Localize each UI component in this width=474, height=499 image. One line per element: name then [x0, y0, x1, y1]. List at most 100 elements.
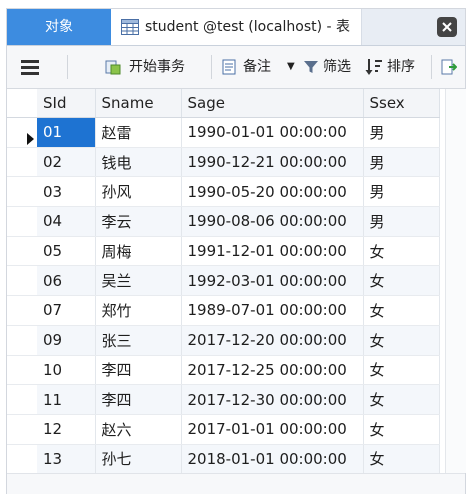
table-icon: [121, 19, 139, 35]
status-strip: [7, 473, 465, 494]
grid-body: 01 赵雷 1990-01-01 00:00:00 男 02 钱电 1990-12-21 0…: [7, 117, 440, 475]
toolbar-divider: [211, 55, 212, 79]
tab-student-table[interactable]: student @test (localhost) - 表: [111, 9, 362, 45]
cell-ssex[interactable]: 男: [363, 176, 440, 208]
begin-transaction-button[interactable]: 开始事务: [105, 46, 205, 88]
table-row[interactable]: 06 吴兰 1992-03-01 00:00:00 女: [7, 265, 440, 297]
sort-label: 排序: [387, 59, 415, 75]
menu-button[interactable]: [21, 46, 45, 88]
row-marker[interactable]: [7, 236, 37, 267]
cell-sid[interactable]: 06: [37, 265, 96, 297]
cell-sid[interactable]: 12: [37, 414, 96, 445]
cell-sid[interactable]: 01: [37, 117, 96, 148]
table-row[interactable]: 13 孙七 2018-01-01 00:00:00 女: [7, 444, 440, 475]
cell-ssex[interactable]: 女: [363, 355, 440, 386]
cell-ssex[interactable]: 男: [363, 206, 440, 237]
cell-sid[interactable]: 10: [37, 355, 96, 386]
cell-sname[interactable]: 吴兰: [95, 265, 182, 297]
row-marker[interactable]: [7, 295, 37, 326]
cell-sid[interactable]: 09: [37, 325, 96, 356]
cell-sage[interactable]: 2017-12-25 00:00:00: [181, 355, 364, 386]
row-marker[interactable]: [7, 384, 37, 415]
row-marker-header: [7, 89, 37, 118]
cell-sage[interactable]: 2018-01-01 00:00:00: [181, 444, 364, 475]
cell-sage[interactable]: 1991-12-01 00:00:00: [181, 236, 364, 267]
cell-sname[interactable]: 孙七: [95, 444, 182, 475]
cell-sage[interactable]: 1990-08-06 00:00:00: [181, 206, 364, 237]
cell-sname[interactable]: 孙风: [95, 176, 182, 208]
cell-ssex[interactable]: 男: [363, 117, 440, 148]
row-marker[interactable]: [7, 355, 37, 386]
table-row[interactable]: 05 周梅 1991-12-01 00:00:00 女: [7, 236, 440, 267]
cell-sname[interactable]: 赵六: [95, 414, 182, 445]
cell-sid[interactable]: 11: [37, 384, 96, 415]
cell-sname[interactable]: 张三: [95, 325, 182, 356]
row-marker[interactable]: [7, 206, 37, 237]
transaction-icon: [105, 60, 121, 75]
memo-button[interactable]: 备注 ▼: [221, 46, 299, 88]
cell-sid[interactable]: 04: [37, 206, 96, 237]
cell-ssex[interactable]: 女: [363, 325, 440, 356]
table-row[interactable]: 12 赵六 2017-01-01 00:00:00 女: [7, 414, 440, 445]
cell-sname[interactable]: 赵雷: [95, 117, 182, 148]
cell-sid[interactable]: 03: [37, 176, 96, 208]
export-button[interactable]: [441, 46, 461, 88]
cell-ssex[interactable]: 女: [363, 384, 440, 415]
cell-sage[interactable]: 2017-12-20 00:00:00: [181, 325, 364, 356]
cell-ssex[interactable]: 女: [363, 265, 440, 297]
table-toolbar: 开始事务 备注 ▼ 筛选 排序: [7, 46, 465, 89]
cell-sname[interactable]: 周梅: [95, 236, 182, 267]
cell-sid[interactable]: 07: [37, 295, 96, 326]
chevron-down-icon: ▼: [287, 61, 295, 72]
cell-ssex[interactable]: 女: [363, 414, 440, 445]
cell-sage[interactable]: 1990-01-01 00:00:00: [181, 117, 364, 148]
vertical-scrollbar[interactable]: [445, 89, 466, 473]
row-marker[interactable]: [7, 325, 37, 356]
row-marker[interactable]: [7, 176, 37, 208]
table-row[interactable]: 04 李云 1990-08-06 00:00:00 男: [7, 206, 440, 237]
cell-sname[interactable]: 李云: [95, 206, 182, 237]
cell-ssex[interactable]: 女: [363, 236, 440, 267]
cell-sage[interactable]: 1990-05-20 00:00:00: [181, 176, 364, 208]
table-row[interactable]: 07 郑竹 1989-07-01 00:00:00 女: [7, 295, 440, 326]
row-marker[interactable]: [7, 444, 37, 475]
tab-objects[interactable]: 对象: [7, 9, 111, 45]
column-header-sname[interactable]: Sname: [95, 89, 182, 118]
sort-button[interactable]: 排序: [365, 46, 425, 88]
cell-sage[interactable]: 2017-01-01 00:00:00: [181, 414, 364, 445]
row-marker[interactable]: [7, 414, 37, 445]
cell-sid[interactable]: 05: [37, 236, 96, 267]
row-marker[interactable]: [7, 265, 37, 297]
row-marker[interactable]: [7, 147, 37, 178]
cell-sage[interactable]: 2017-12-30 00:00:00: [181, 384, 364, 415]
tab-title: student @test (localhost) - 表: [145, 19, 351, 35]
cell-sage[interactable]: 1990-12-21 00:00:00: [181, 147, 364, 178]
hamburger-menu-icon: [21, 60, 39, 75]
begin-transaction-label: 开始事务: [129, 59, 185, 75]
cell-ssex[interactable]: 女: [363, 295, 440, 326]
data-grid: SId Sname Sage Ssex 01 赵雷 1990-01-01 00:00…: [7, 89, 440, 475]
close-tab-button[interactable]: [437, 17, 457, 37]
column-header-ssex[interactable]: Ssex: [363, 89, 440, 118]
table-row[interactable]: 11 李四 2017-12-30 00:00:00 女: [7, 384, 440, 415]
cell-ssex[interactable]: 女: [363, 444, 440, 475]
cell-sage[interactable]: 1989-07-01 00:00:00: [181, 295, 364, 326]
table-row[interactable]: 01 赵雷 1990-01-01 00:00:00 男: [7, 117, 440, 148]
cell-sname[interactable]: 钱电: [95, 147, 182, 178]
cell-sname[interactable]: 李四: [95, 384, 182, 415]
filter-button[interactable]: 筛选: [303, 46, 363, 88]
column-header-sid[interactable]: SId: [37, 89, 96, 118]
cell-sid[interactable]: 02: [37, 147, 96, 178]
cell-sage[interactable]: 1992-03-01 00:00:00: [181, 265, 364, 297]
memo-label: 备注: [243, 59, 271, 75]
current-row-indicator-icon: [27, 133, 34, 145]
table-row[interactable]: 02 钱电 1990-12-21 00:00:00 男: [7, 147, 440, 178]
column-header-sage[interactable]: Sage: [181, 89, 364, 118]
table-row[interactable]: 03 孙风 1990-05-20 00:00:00 男: [7, 176, 440, 208]
table-row[interactable]: 10 李四 2017-12-25 00:00:00 女: [7, 355, 440, 386]
cell-ssex[interactable]: 男: [363, 147, 440, 178]
cell-sname[interactable]: 李四: [95, 355, 182, 386]
cell-sname[interactable]: 郑竹: [95, 295, 182, 326]
table-row[interactable]: 09 张三 2017-12-20 00:00:00 女: [7, 325, 440, 356]
cell-sid[interactable]: 13: [37, 444, 96, 475]
